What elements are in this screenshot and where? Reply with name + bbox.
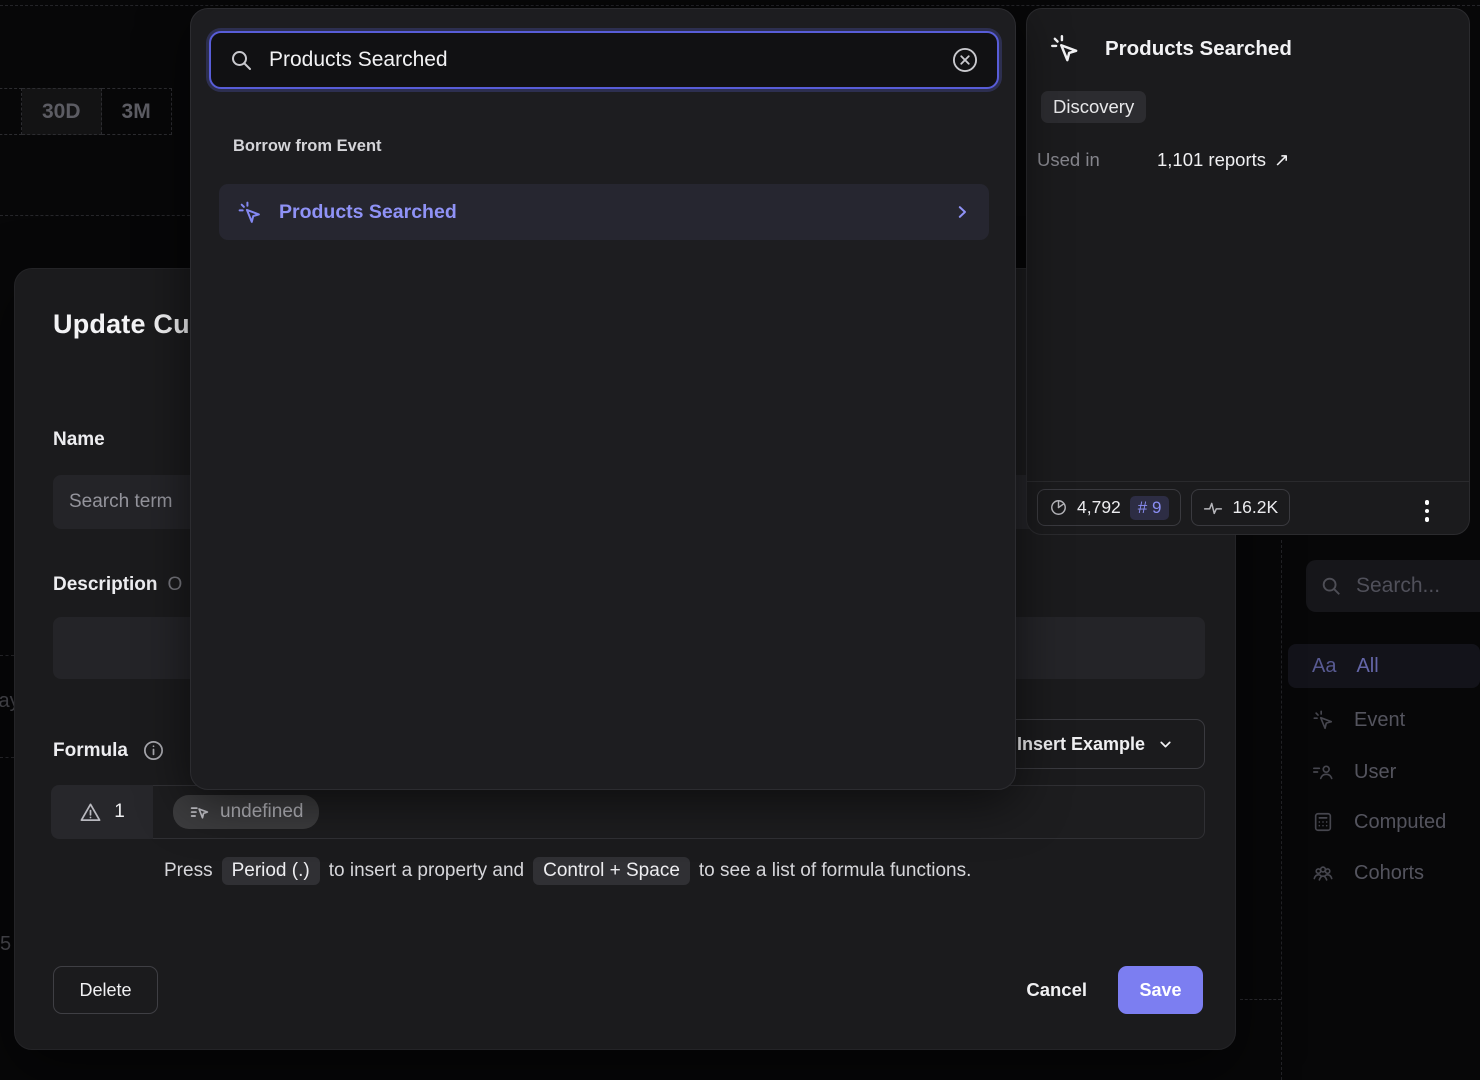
used-in-reports-link[interactable]: 1,101 reports ↗ — [1157, 149, 1290, 171]
description-label: Description — [53, 574, 158, 595]
overlay-search-input[interactable] — [269, 48, 935, 72]
event-result-row[interactable]: Products Searched — [219, 184, 989, 240]
sidebar-search-field[interactable] — [1306, 560, 1480, 612]
control-space-kbd: Control + Space — [533, 857, 690, 885]
overlay-search-field — [209, 31, 999, 89]
search-icon — [1320, 575, 1342, 597]
hint-text: to see a list of formula functions. — [699, 860, 971, 882]
close-circle-icon — [951, 46, 979, 74]
chevron-right-icon — [953, 203, 971, 221]
clear-search-button[interactable] — [951, 46, 979, 74]
insert-example-button[interactable]: Insert Example — [986, 719, 1205, 769]
description-optional-label: O — [168, 574, 183, 595]
formula-input[interactable]: undefined — [153, 785, 1205, 839]
background-divider-3 — [0, 655, 14, 656]
borrow-property-overlay: Borrow from Event Products Searched — [190, 8, 1016, 790]
computed-icon — [1312, 811, 1334, 833]
time-range-selector: D 30D 3M — [0, 88, 172, 135]
clipped-background-number: 5 — [0, 933, 11, 956]
activity-icon — [1203, 498, 1223, 518]
formula-label: Formula — [53, 740, 128, 762]
event-icon — [1312, 709, 1334, 731]
reports-count: 1,101 reports — [1157, 149, 1266, 171]
property-type-sidebar: Aa All Event User Computed Cohorts — [1281, 540, 1480, 960]
property-icon — [189, 802, 210, 823]
event-detail-card: Products Searched Discovery Used in 1,10… — [1026, 8, 1470, 535]
sidebar-item-user[interactable]: User — [1288, 750, 1480, 794]
time-range-3m[interactable]: 3M — [102, 88, 172, 135]
event-rank-badge: # 9 — [1130, 496, 1170, 520]
sidebar-item-event[interactable]: Event — [1288, 698, 1480, 742]
background-divider-2 — [1240, 999, 1281, 1000]
page-top-divider — [0, 5, 1480, 6]
search-icon — [229, 48, 253, 72]
pie-chart-icon — [1049, 498, 1068, 517]
sidebar-item-label: Computed — [1354, 811, 1446, 834]
event-icon — [237, 200, 262, 225]
card-footer-divider — [1027, 481, 1469, 482]
category-badge: Discovery — [1041, 91, 1146, 123]
external-link-arrow-icon: ↗ — [1274, 149, 1290, 171]
sidebar-item-label: Cohorts — [1354, 862, 1424, 885]
hint-text: Press — [164, 860, 213, 882]
chevron-down-icon — [1157, 736, 1174, 753]
cancel-button[interactable]: Cancel — [1026, 979, 1087, 1001]
delete-button[interactable]: Delete — [53, 966, 158, 1014]
used-in-label: Used in — [1037, 149, 1100, 171]
more-options-button[interactable] — [1415, 496, 1439, 526]
background-divider-4 — [0, 757, 14, 758]
period-kbd: Period (.) — [222, 857, 320, 885]
time-range-30d[interactable]: 30D — [22, 88, 102, 135]
event-card-title: Products Searched — [1105, 37, 1292, 61]
borrow-from-event-heading: Borrow from Event — [233, 137, 382, 156]
sidebar-search-input[interactable] — [1356, 574, 1456, 598]
save-button[interactable]: Save — [1118, 966, 1203, 1014]
event-count-value: 4,792 — [1077, 497, 1121, 518]
error-count: 1 — [114, 801, 125, 823]
info-icon[interactable] — [142, 739, 165, 762]
sidebar-item-cohorts[interactable]: Cohorts — [1288, 851, 1480, 895]
formula-token-chip[interactable]: undefined — [173, 795, 319, 829]
event-volume-value: 16.2K — [1232, 497, 1278, 518]
sidebar-item-label: Event — [1354, 709, 1405, 732]
formula-error-counter: 1 — [51, 785, 153, 839]
warning-icon — [79, 801, 102, 824]
event-volume-pill[interactable]: 16.2K — [1191, 489, 1290, 526]
insert-example-label: Insert Example — [1017, 734, 1145, 755]
cohorts-icon — [1312, 862, 1334, 884]
sidebar-item-label: All — [1356, 655, 1378, 678]
formula-hint: Press Period (.) to insert a property an… — [164, 857, 971, 885]
sidebar-item-all[interactable]: Aa All — [1288, 644, 1480, 688]
formula-editor: 1 undefined — [51, 785, 1205, 839]
user-icon — [1312, 761, 1334, 783]
modal-title: Update Cu — [53, 309, 190, 340]
sidebar-item-computed[interactable]: Computed — [1288, 800, 1480, 844]
event-result-label: Products Searched — [279, 201, 936, 224]
time-range-7d[interactable]: D — [0, 88, 22, 135]
background-divider — [0, 215, 200, 216]
event-icon — [1049, 33, 1080, 64]
formula-token-label: undefined — [220, 801, 303, 823]
sidebar-item-label: User — [1354, 761, 1396, 784]
text-type-icon: Aa — [1312, 655, 1336, 678]
name-label: Name — [53, 429, 105, 451]
event-count-pill[interactable]: 4,792 # 9 — [1037, 489, 1181, 526]
hint-text: to insert a property and — [329, 860, 524, 882]
